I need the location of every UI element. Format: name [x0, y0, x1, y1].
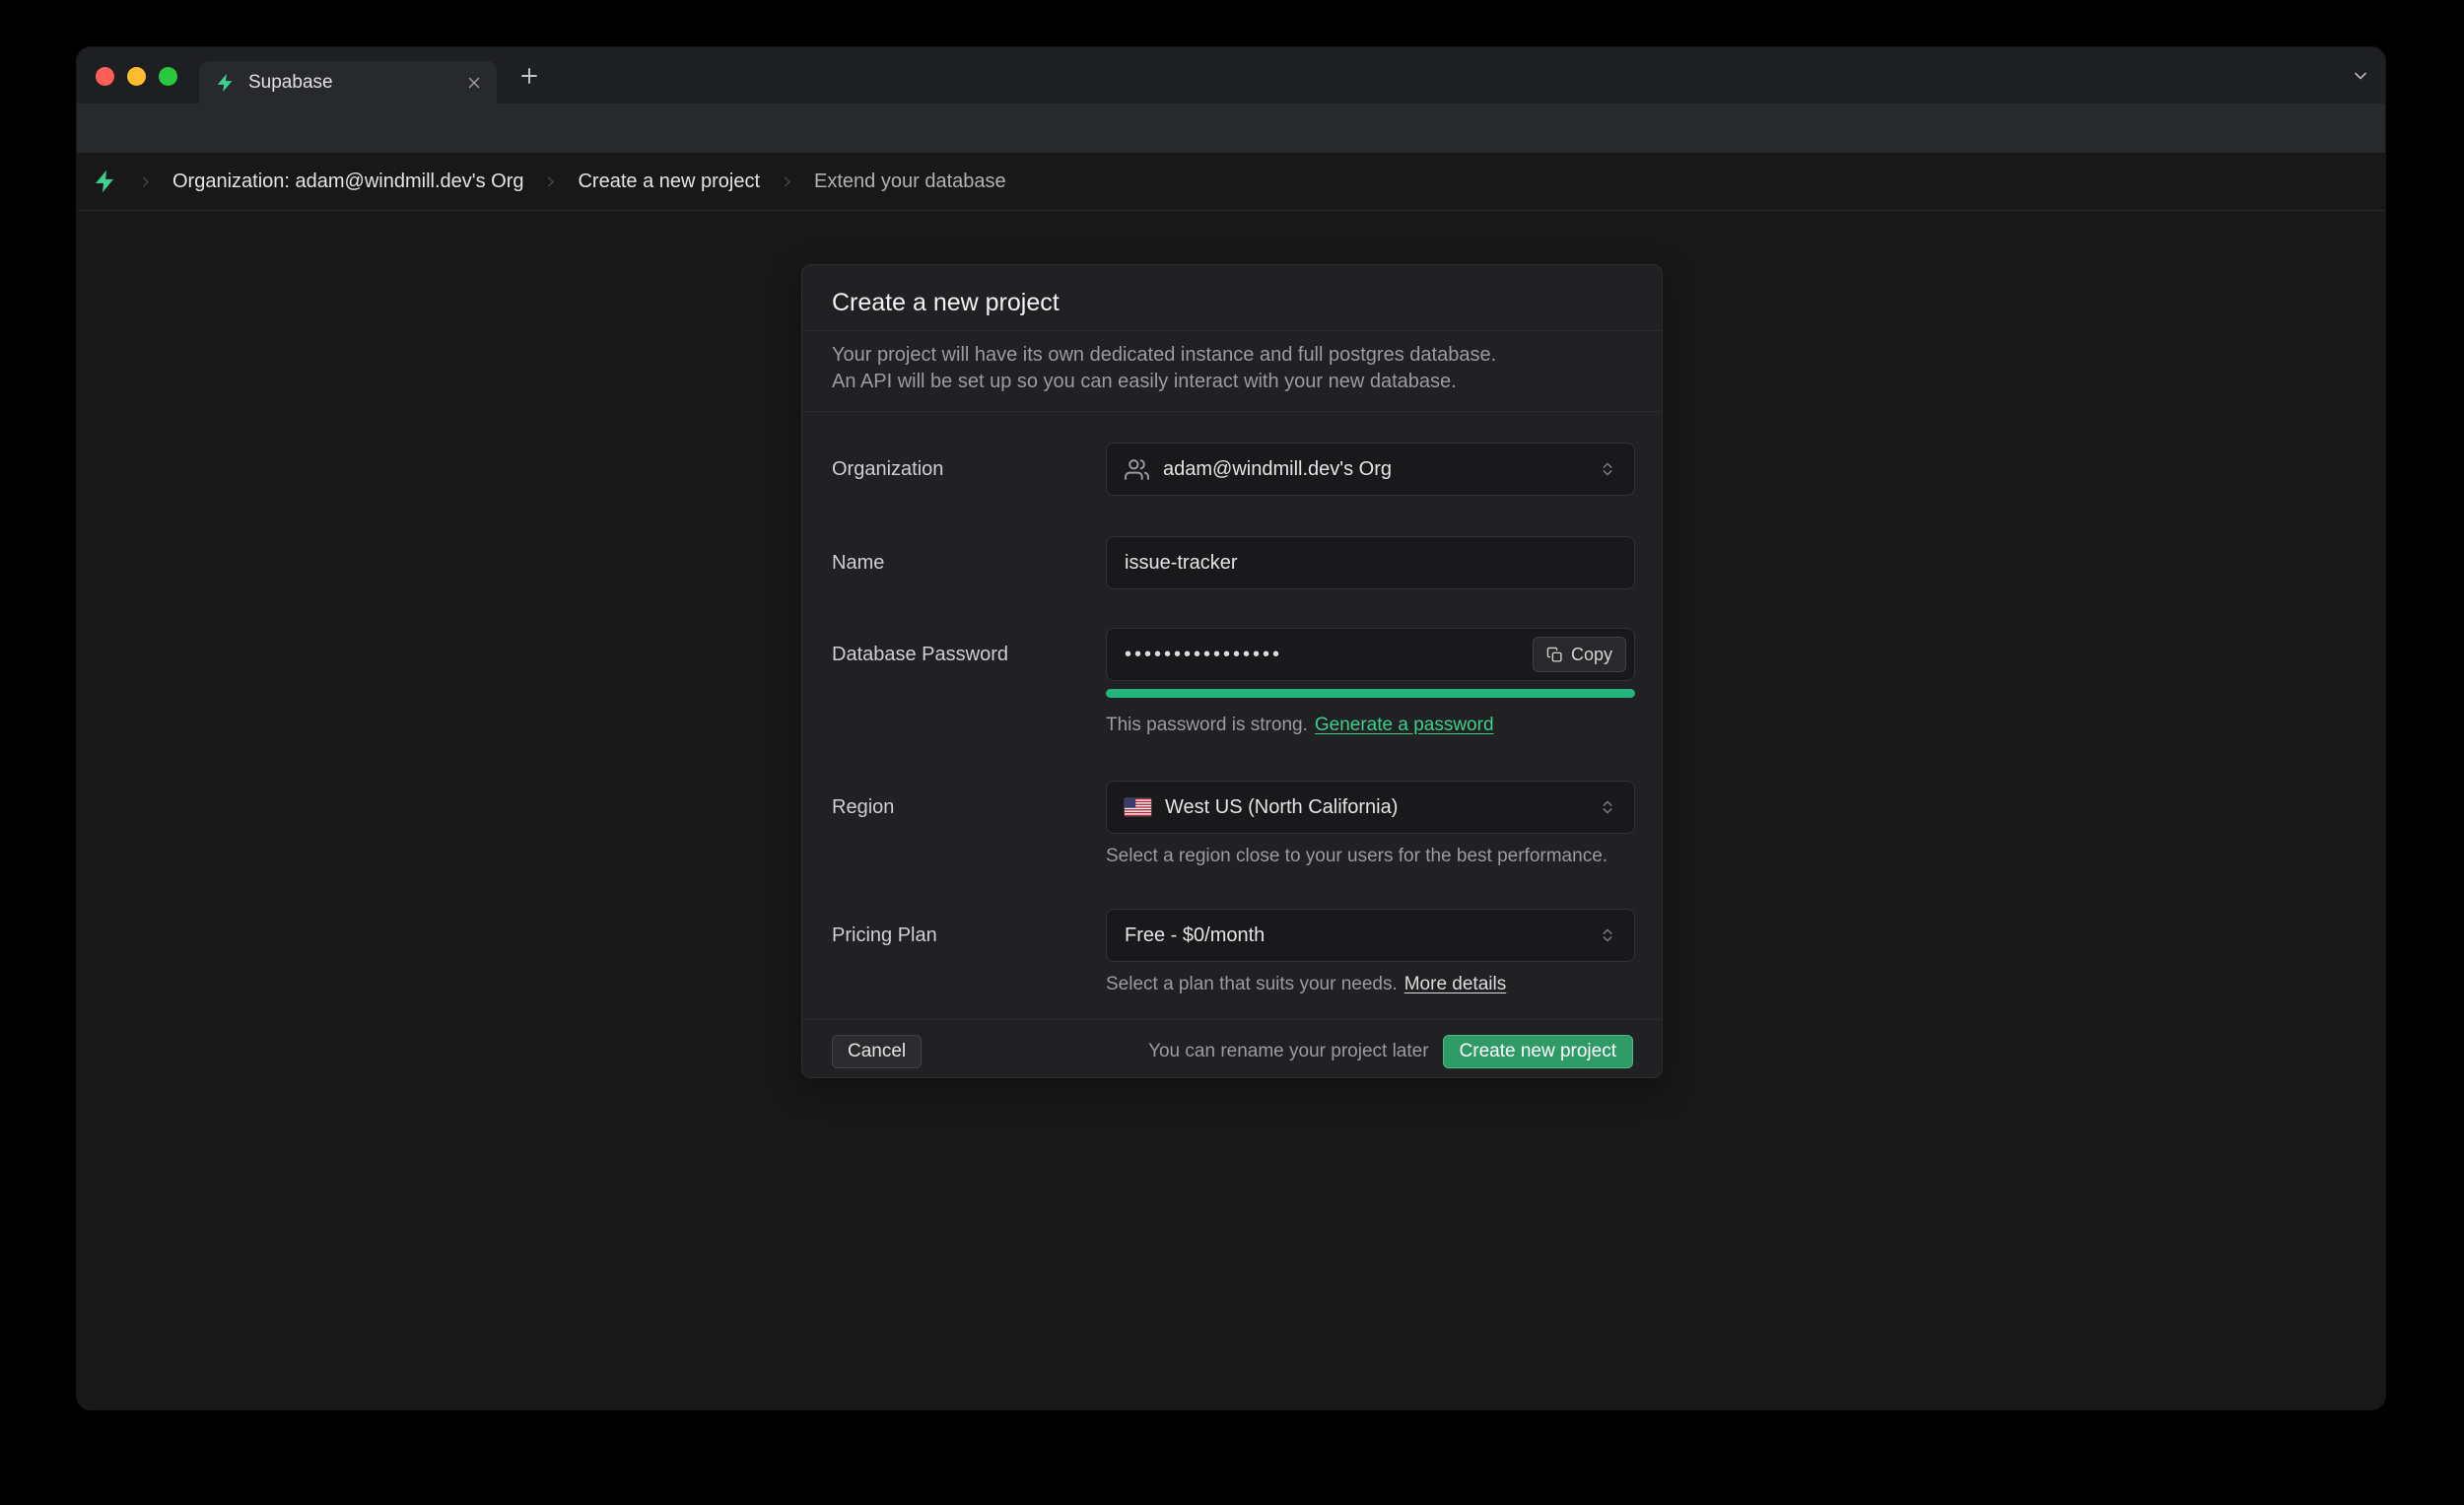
chevron-right-icon: [138, 174, 153, 189]
breadcrumb-extend-database: Extend your database: [814, 171, 1006, 193]
organization-select[interactable]: adam@windmill.dev's Org: [1106, 443, 1635, 496]
pricing-helper-row: Select a plan that suits your needs. Mor…: [1106, 974, 1506, 995]
browser-toolbar: app.supabase.com/new/jfnsmqoynldvxjyhpyl…: [77, 103, 2385, 153]
tab-close-icon[interactable]: [465, 74, 483, 92]
chevron-right-icon: [543, 174, 558, 189]
copy-label: Copy: [1571, 645, 1612, 665]
pricing-value: Free - $0/month: [1125, 924, 1265, 947]
footer-right: You can rename your project later Create…: [1148, 1035, 1633, 1068]
users-icon: [1125, 457, 1149, 482]
password-strength-row: This password is strong. Generate a pass…: [1106, 715, 1494, 736]
browser-tab[interactable]: Supabase: [199, 61, 497, 103]
minimize-window-button[interactable]: [127, 67, 146, 86]
generate-password-link[interactable]: Generate a password: [1315, 715, 1494, 736]
divider: [802, 411, 1662, 412]
region-label: Region: [832, 781, 894, 834]
card-description: Your project will have its own dedicated…: [832, 342, 1496, 395]
copy-password-button[interactable]: Copy: [1533, 637, 1626, 672]
create-project-card: Create a new project Your project will h…: [801, 264, 1663, 1078]
region-helper-text: Select a region close to your users for …: [1106, 846, 1608, 867]
browser-window: Supabase app.supabase.com/new/jfnsmqoynl…: [77, 47, 2385, 1409]
close-window-button[interactable]: [96, 67, 114, 86]
pricing-plan-select[interactable]: Free - $0/month: [1106, 909, 1635, 962]
us-flag-icon: [1125, 798, 1151, 816]
region-value: West US (North California): [1165, 796, 1398, 819]
page-background: Create a new project Your project will h…: [77, 211, 2385, 1409]
organization-value: adam@windmill.dev's Org: [1163, 458, 1392, 481]
zoom-window-button[interactable]: [159, 67, 177, 86]
cancel-button[interactable]: Cancel: [832, 1035, 922, 1068]
pricing-helper-text: Select a plan that suits your needs.: [1106, 974, 1398, 995]
divider: [802, 1019, 1662, 1020]
database-password-label: Database Password: [832, 628, 1008, 681]
name-label: Name: [832, 536, 884, 589]
supabase-logo-icon[interactable]: [93, 169, 118, 194]
breadcrumb-create-project[interactable]: Create a new project: [578, 171, 760, 193]
divider: [802, 330, 1662, 331]
region-select[interactable]: West US (North California): [1106, 781, 1635, 834]
card-title: Create a new project: [832, 289, 1060, 317]
select-chevrons-icon: [1599, 798, 1616, 816]
new-tab-button[interactable]: [516, 63, 542, 89]
breadcrumb-organization[interactable]: Organization: adam@windmill.dev's Org: [172, 171, 523, 193]
create-new-project-button[interactable]: Create new project: [1443, 1035, 1633, 1068]
description-line-1: Your project will have its own dedicated…: [832, 342, 1496, 369]
window-controls: [96, 67, 177, 86]
password-strength-bar: [1106, 689, 1635, 698]
project-name-input[interactable]: [1106, 536, 1635, 589]
supabase-favicon-icon: [215, 72, 237, 94]
pricing-plan-label: Pricing Plan: [832, 909, 937, 962]
tab-search-chevron-icon[interactable]: [2346, 61, 2375, 91]
description-line-2: An API will be set up so you can easily …: [832, 369, 1496, 395]
password-strength-text: This password is strong.: [1106, 715, 1308, 736]
chevron-right-icon: [780, 174, 794, 189]
tab-strip: Supabase: [77, 47, 2385, 103]
tab-title: Supabase: [248, 72, 465, 94]
more-details-link[interactable]: More details: [1404, 974, 1507, 995]
organization-label: Organization: [832, 443, 943, 496]
select-chevrons-icon: [1599, 926, 1616, 944]
select-chevrons-icon: [1599, 460, 1616, 478]
password-field-wrap: Copy: [1106, 628, 1635, 681]
rename-note: You can rename your project later: [1148, 1041, 1428, 1062]
copy-icon: [1546, 647, 1563, 663]
breadcrumb: Organization: adam@windmill.dev's Org Cr…: [77, 153, 2385, 211]
